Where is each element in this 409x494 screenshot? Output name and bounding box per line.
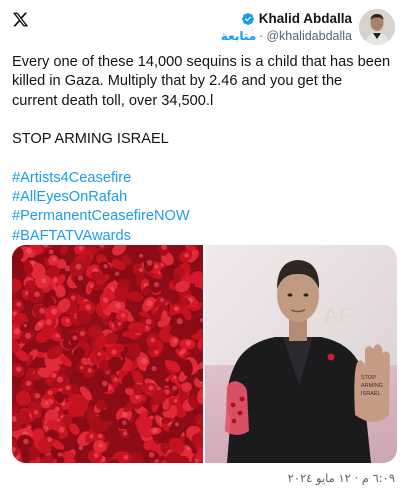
sequins-photo[interactable]	[12, 245, 203, 463]
svg-text:ISRAEL: ISRAEL	[361, 391, 381, 397]
hashtag-link[interactable]: #AllEyesOnRafah	[12, 188, 400, 207]
tweet-line: current death toll, over 34,500.l	[12, 92, 214, 109]
tweet-line: Every one of these 14,000 sequins is a c…	[12, 54, 391, 70]
tweet-line: killed in Gaza. Multiply that by 2.46 an…	[12, 73, 343, 90]
tweet-timestamp[interactable]: ٦:٠٩ م · ١٢ مايو ٢٠٢٤	[288, 471, 395, 485]
tweet-text: Every one of these 14,000 sequins is a c…	[12, 53, 400, 246]
x-logo-icon[interactable]	[12, 11, 29, 28]
hashtag-link[interactable]: #PermanentCeasefireNOW	[12, 207, 400, 226]
portrait-photo[interactable]: AF STOP ARMING ISRAEL	[205, 245, 397, 463]
tweet-headline: STOP ARMING ISRAEL	[12, 131, 169, 148]
author-handle[interactable]: @khalidabdalla	[266, 29, 352, 43]
author-block: Khalid Abdalla متابعة · @khalidabdalla	[221, 9, 395, 45]
svg-text:STOP: STOP	[361, 375, 376, 381]
media-grid: AF STOP ARMING ISRAEL	[12, 245, 397, 463]
avatar[interactable]	[359, 9, 395, 45]
tweet-card: Khalid Abdalla متابعة · @khalidabdalla E…	[0, 0, 409, 494]
hashtag-link[interactable]: #BAFTATVAwards	[12, 227, 400, 246]
svg-text:ARMING: ARMING	[361, 383, 383, 389]
author-handle-row: متابعة · @khalidabdalla	[221, 28, 352, 45]
follow-button[interactable]: متابعة	[221, 29, 256, 43]
verified-badge-icon	[241, 12, 255, 26]
hashtag-link[interactable]: #Artists4Ceasefire	[12, 169, 400, 188]
svg-text:AF: AF	[323, 303, 352, 328]
author-name[interactable]: Khalid Abdalla	[259, 11, 352, 26]
separator-dot: ·	[259, 29, 264, 43]
author-name-row: Khalid Abdalla	[221, 10, 352, 28]
author-text: Khalid Abdalla متابعة · @khalidabdalla	[221, 10, 352, 45]
